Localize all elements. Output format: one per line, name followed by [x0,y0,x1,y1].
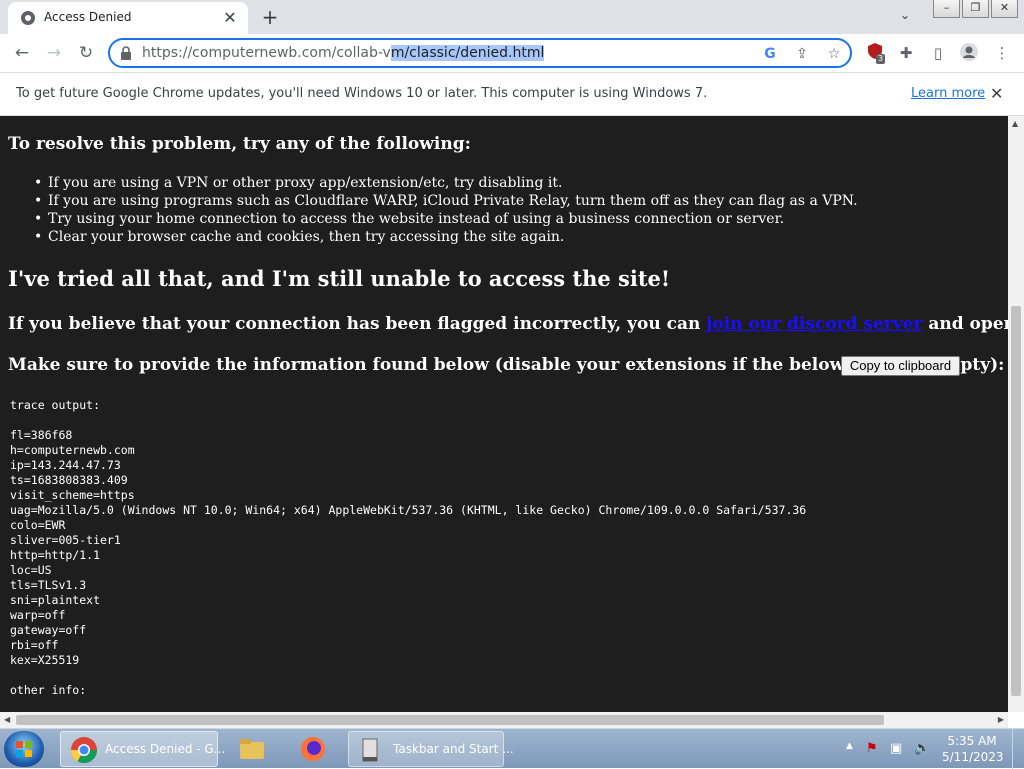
tab-search-chevron-icon[interactable]: ⌄ [895,8,915,28]
trace-line: warp=off [10,608,66,622]
tab-strip: Access Denied ✕ + ⌄ – ❐ ✕ [0,0,1024,34]
trace-line: gateway=off [10,623,87,637]
scroll-up-arrow-icon[interactable]: ▲ [1012,119,1018,128]
update-infobar: To get future Google Chrome updates, you… [0,72,1024,116]
folder-icon [240,739,264,759]
taskbar-explorer-button[interactable] [226,731,278,767]
extensions-puzzle-icon[interactable]: ✚ [895,42,917,64]
infobar-close-icon[interactable]: ✕ [990,84,1003,103]
trace-line [10,668,806,683]
taskbar-properties-button[interactable]: Taskbar and Start ... [348,731,514,767]
close-window-button[interactable]: ✕ [991,0,1018,18]
list-item: Clear your browser cache and cookies, th… [34,228,858,246]
taskbar-chrome-button[interactable]: Access Denied - G... [60,731,225,767]
ublock-extension-icon[interactable]: 3 [864,42,886,64]
vertical-scroll-thumb[interactable] [1011,306,1021,696]
taskbar-firefox-button[interactable] [287,731,339,767]
chrome-icon [70,737,98,764]
trace-line [10,413,806,428]
tray-expand-icon[interactable]: ▲ [846,741,853,751]
trace-line: ts=1683808383.409 [10,473,128,487]
trace-line: tls=TLSv1.3 [10,578,87,592]
list-item: If you are using programs such as Cloudf… [34,192,858,210]
taskbar-chrome-label: Access Denied - G... [105,742,226,756]
trace-line: kex=X25519 [10,653,80,667]
bookmark-star-icon[interactable]: ☆ [824,44,844,64]
trace-line: http=http/1.1 [10,548,101,562]
resolve-heading: To resolve this problem, try any of the … [8,134,471,154]
new-tab-button[interactable]: + [258,6,282,30]
url-selection: m/classic/denied.html [390,45,545,61]
reload-icon[interactable]: ↻ [74,42,98,64]
volume-icon[interactable]: 🔈 [914,741,930,756]
start-button[interactable] [4,731,44,767]
vertical-scrollbar[interactable]: ▲ [1008,116,1024,712]
network-icon[interactable]: ▣ [890,741,902,756]
profile-avatar-icon[interactable] [958,42,980,64]
url-host: https://computernewb.com [142,45,332,61]
share-icon[interactable]: ⇪ [792,44,812,64]
horizontal-scrollbar[interactable]: ◀ ▶ [0,712,1008,728]
scroll-left-arrow-icon[interactable]: ◀ [4,715,10,724]
tips-list: If you are using a VPN or other proxy ap… [34,174,858,246]
list-item: If you are using a VPN or other proxy ap… [34,174,858,192]
trace-line: h=computernewb.com [10,443,135,457]
trace-line: uag=Mozilla/5.0 (Windows NT 10.0; Win64;… [10,503,807,517]
google-translate-icon[interactable]: G [760,44,780,64]
trace-line: fl=386f68 [10,428,73,442]
trace-line: sni=plaintext [10,593,101,607]
site-favicon-icon [21,11,35,25]
trace-line: other info: [10,683,87,697]
discord-link[interactable]: join our discord server [706,314,922,334]
system-clock[interactable]: 5:35 AM 5/11/2023 [942,733,1004,765]
trace-line: sliver=005-tier1 [10,533,121,547]
browser-tab[interactable]: Access Denied ✕ [8,2,248,34]
back-arrow-icon[interactable]: ← [10,42,34,64]
restore-button[interactable]: ❐ [962,0,989,18]
flagged-suffix: and open a ticket. [928,314,1008,334]
trace-line: loc=US [10,563,52,577]
avatar [960,43,978,61]
scroll-right-arrow-icon[interactable]: ▶ [998,715,1004,724]
trace-output[interactable]: trace output: fl=386f68 h=computernewb.co… [10,398,806,698]
taskbar-properties-label: Taskbar and Start ... [393,742,514,756]
copy-to-clipboard-button[interactable]: Copy to clipboard [841,356,960,376]
extension-badge: 3 [876,54,886,64]
show-desktop-button[interactable] [1012,729,1024,769]
trace-line: rbi=off [10,638,59,652]
learn-more-link[interactable]: Learn more [911,86,985,101]
list-item: Try using your home connection to access… [34,210,858,228]
trace-line: trace output: [10,398,101,412]
trace-line: visit_scheme=https [10,488,135,502]
windows-taskbar: Access Denied - G... Taskbar and Start .… [0,728,1024,769]
still-unable-heading: I've tried all that, and I'm still unabl… [8,266,671,291]
clock-date: 5/11/2023 [942,750,1004,764]
trace-line: colo=EWR [10,518,66,532]
horizontal-scroll-thumb[interactable] [16,715,884,725]
action-center-flag-icon[interactable]: ⚑ [866,741,878,756]
lock-icon[interactable] [120,46,132,60]
side-panel-icon[interactable]: ▯ [927,42,949,64]
url-path: /collab-v [331,45,391,61]
forward-arrow-icon[interactable]: → [42,42,66,64]
url-text[interactable]: https://computernewb.com/collab-vm/class… [142,45,545,61]
infobar-message: To get future Google Chrome updates, you… [16,86,708,101]
menu-kebab-icon[interactable]: ⋮ [991,42,1013,64]
tab-title: Access Denied [44,10,132,24]
trace-line: ip=143.244.47.73 [10,458,121,472]
address-bar[interactable]: https://computernewb.com/collab-vm/class… [108,38,852,68]
window-controls: – ❐ ✕ [931,0,1018,18]
firefox-icon [301,737,325,761]
page-viewport: To resolve this problem, try any of the … [0,116,1008,712]
windows-logo-icon [16,741,32,757]
taskbar-properties-icon [362,738,378,762]
clock-time: 5:35 AM [947,734,997,748]
flagged-prefix: If you believe that your connection has … [8,314,707,334]
flagged-paragraph: If you believe that your connection has … [8,314,1008,334]
minimize-button[interactable]: – [933,0,960,18]
tab-close-icon[interactable]: ✕ [220,8,240,28]
browser-toolbar: ← → ↻ https://computernewb.com/collab-vm… [0,34,1024,72]
